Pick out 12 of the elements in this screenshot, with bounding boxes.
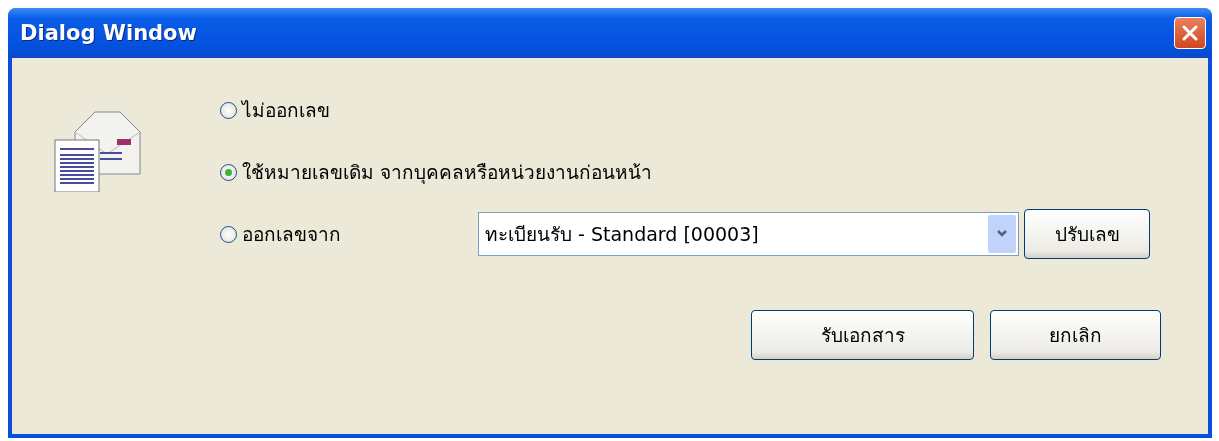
- cancel-button[interactable]: ยกเลิก: [990, 310, 1161, 360]
- radio-button[interactable]: [220, 225, 237, 243]
- adjust-number-button[interactable]: ปรับเลข: [1024, 209, 1150, 259]
- register-dropdown[interactable]: ทะเบียนรับ - Standard [00003]: [478, 212, 1019, 256]
- radio-option[interactable]: ไม่ออกเลข: [220, 95, 478, 125]
- radio-option[interactable]: ใช้หมายเลขเดิม จากบุคคลหรือหน่วยงานก่อนหน้า: [220, 157, 653, 187]
- close-button[interactable]: [1174, 17, 1206, 49]
- radio-button[interactable]: [220, 101, 237, 119]
- radio-button[interactable]: [220, 163, 237, 181]
- window-title: Dialog Window: [20, 21, 197, 45]
- receive-button[interactable]: รับเอกสาร: [751, 310, 974, 360]
- radio-option[interactable]: ออกเลขจาก: [220, 219, 478, 249]
